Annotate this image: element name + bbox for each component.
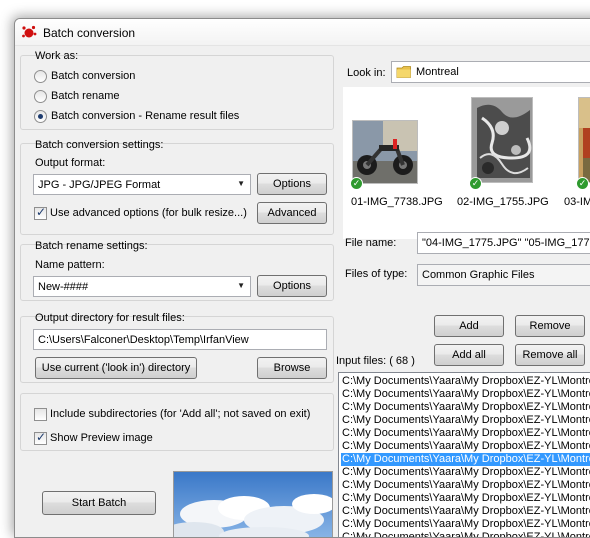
input-file-row[interactable]: C:\My Documents\Yaara\My Dropbox\EZ-YL\M… bbox=[341, 518, 590, 531]
use-current-directory-button[interactable]: Use current ('look in') directory bbox=[35, 357, 197, 379]
work-as-title: Work as: bbox=[35, 50, 79, 62]
show-preview-checkbox[interactable] bbox=[34, 430, 47, 445]
radio-batch-conversion-rename-label[interactable]: Batch conversion - Rename result files bbox=[51, 110, 239, 122]
check-ok-icon: ✓ bbox=[350, 177, 363, 190]
look-in-value: Montreal bbox=[416, 66, 459, 78]
input-file-row[interactable]: C:\My Documents\Yaara\My Dropbox\EZ-YL\M… bbox=[341, 440, 590, 453]
name-pattern-value: New-#### bbox=[38, 281, 89, 293]
input-file-row[interactable]: C:\My Documents\Yaara\My Dropbox\EZ-YL\M… bbox=[341, 375, 590, 388]
files-of-type-value: Common Graphic Files bbox=[422, 269, 535, 281]
partial-photo-image bbox=[579, 98, 590, 182]
start-batch-button[interactable]: Start Batch bbox=[42, 491, 156, 515]
conversion-settings-title: Batch conversion settings: bbox=[35, 139, 164, 151]
show-preview-label[interactable]: Show Preview image bbox=[50, 432, 153, 444]
title-bar[interactable]: Batch conversion bbox=[15, 19, 590, 46]
include-subdirectories-checkbox[interactable] bbox=[34, 408, 47, 421]
rename-options-button[interactable]: Options bbox=[257, 275, 327, 297]
rename-settings-title: Batch rename settings: bbox=[35, 240, 148, 252]
chevron-down-icon: ▼ bbox=[237, 281, 245, 290]
remove-button[interactable]: Remove bbox=[515, 315, 585, 337]
remove-all-button[interactable]: Remove all bbox=[515, 344, 585, 366]
name-pattern-label: Name pattern: bbox=[35, 259, 105, 271]
look-in-label: Look in: bbox=[347, 67, 386, 79]
check-ok-icon: ✓ bbox=[469, 177, 482, 190]
thumbnail-label-01[interactable]: 01-IMG_7738.JPG bbox=[351, 196, 443, 208]
preview-sky-clouds-image bbox=[174, 472, 332, 537]
use-advanced-options-label[interactable]: Use advanced options (for bulk resize...… bbox=[50, 207, 247, 219]
output-directory-input[interactable]: C:\Users\Falconer\Desktop\Temp\IrfanView bbox=[33, 329, 327, 350]
output-format-select[interactable]: JPG - JPG/JPEG Format ▼ bbox=[33, 174, 251, 195]
thumbnail-label-03[interactable]: 03-IM bbox=[564, 196, 590, 208]
thumbnail-label-02[interactable]: 02-IMG_1755.JPG bbox=[457, 196, 549, 208]
folder-icon bbox=[396, 66, 411, 78]
radio-batch-conversion-rename[interactable] bbox=[34, 110, 47, 123]
radio-batch-conversion[interactable] bbox=[34, 70, 47, 83]
file-name-value: "04-IMG_1775.JPG" "05-IMG_1777.JPG" bbox=[422, 237, 590, 249]
radio-batch-conversion-label[interactable]: Batch conversion bbox=[51, 70, 135, 82]
input-files-label: Input files: ( 68 ) bbox=[336, 355, 415, 367]
motorcycle-image bbox=[353, 121, 417, 183]
input-file-row[interactable]: C:\My Documents\Yaara\My Dropbox\EZ-YL\M… bbox=[341, 505, 590, 518]
output-directory-title: Output directory for result files: bbox=[35, 312, 185, 324]
format-options-button[interactable]: Options bbox=[257, 173, 327, 195]
input-file-row[interactable]: C:\My Documents\Yaara\My Dropbox\EZ-YL\M… bbox=[341, 531, 590, 537]
window-title: Batch conversion bbox=[43, 26, 136, 40]
chevron-down-icon: ▼ bbox=[237, 179, 245, 188]
input-file-row[interactable]: C:\My Documents\Yaara\My Dropbox\EZ-YL\M… bbox=[341, 427, 590, 440]
output-directory-value: C:\Users\Falconer\Desktop\Temp\IrfanView bbox=[38, 334, 249, 346]
name-pattern-input[interactable]: New-#### ▼ bbox=[33, 276, 251, 297]
add-all-button[interactable]: Add all bbox=[434, 344, 504, 366]
file-name-input[interactable]: "04-IMG_1775.JPG" "05-IMG_1777.JPG" bbox=[417, 232, 590, 254]
check-ok-icon: ✓ bbox=[576, 177, 589, 190]
input-file-row[interactable]: C:\My Documents\Yaara\My Dropbox\EZ-YL\M… bbox=[341, 466, 590, 479]
input-file-row[interactable]: C:\My Documents\Yaara\My Dropbox\EZ-YL\M… bbox=[341, 414, 590, 427]
file-name-label: File name: bbox=[345, 237, 397, 249]
input-file-row[interactable]: C:\My Documents\Yaara\My Dropbox\EZ-YL\M… bbox=[341, 492, 590, 505]
radio-batch-rename-label[interactable]: Batch rename bbox=[51, 90, 119, 102]
thumbnail-03[interactable] bbox=[578, 97, 590, 183]
browse-button[interactable]: Browse bbox=[257, 357, 327, 379]
files-of-type-label: Files of type: bbox=[345, 268, 408, 280]
radio-batch-rename[interactable] bbox=[34, 90, 47, 103]
files-of-type-select[interactable]: Common Graphic Files bbox=[417, 264, 590, 286]
thumbnail-02-IMG_1755[interactable] bbox=[471, 97, 533, 183]
add-button[interactable]: Add bbox=[434, 315, 504, 337]
include-subdirectories-label[interactable]: Include subdirectories (for 'Add all'; n… bbox=[50, 408, 310, 420]
output-format-value: JPG - JPG/JPEG Format bbox=[38, 179, 161, 191]
irfanview-app-icon bbox=[22, 25, 37, 38]
input-file-row[interactable]: C:\My Documents\Yaara\My Dropbox\EZ-YL\M… bbox=[341, 479, 590, 492]
input-file-row[interactable]: C:\My Documents\Yaara\My Dropbox\EZ-YL\M… bbox=[341, 388, 590, 401]
input-files-list[interactable]: C:\My Documents\Yaara\My Dropbox\EZ-YL\M… bbox=[338, 372, 590, 537]
output-format-label: Output format: bbox=[35, 157, 106, 169]
preview-image bbox=[173, 471, 333, 537]
thumbnail-01-IMG_7738[interactable] bbox=[352, 120, 418, 184]
batch-conversion-window: Batch conversion Work as: Batch conversi… bbox=[14, 18, 590, 538]
input-file-row[interactable]: C:\My Documents\Yaara\My Dropbox\EZ-YL\M… bbox=[341, 401, 590, 414]
look-in-select[interactable]: Montreal bbox=[391, 61, 590, 83]
use-advanced-options-checkbox[interactable] bbox=[34, 205, 47, 220]
input-file-row[interactable]: C:\My Documents\Yaara\My Dropbox\EZ-YL\M… bbox=[341, 453, 590, 466]
sculpture-image bbox=[472, 98, 532, 182]
advanced-button[interactable]: Advanced bbox=[257, 202, 327, 224]
